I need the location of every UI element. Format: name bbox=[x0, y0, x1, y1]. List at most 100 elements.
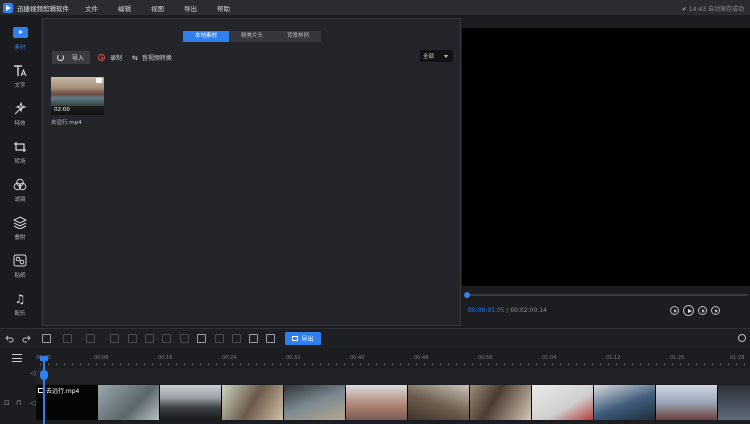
clip-duration: 02:00 bbox=[51, 106, 104, 115]
tab-background-samples[interactable]: 背景样例 bbox=[275, 31, 321, 42]
mosaic-icon[interactable] bbox=[145, 334, 154, 343]
volume-icon[interactable]: ◁ bbox=[30, 399, 35, 407]
sidebar-item-overlay[interactable]: 叠附 bbox=[0, 209, 40, 247]
timeline-menu-icon[interactable] bbox=[12, 354, 22, 362]
record-button[interactable]: 录制 bbox=[98, 53, 122, 62]
playhead-handle[interactable] bbox=[40, 356, 48, 361]
total-time: 00:02:00.14 bbox=[510, 307, 547, 314]
clip-name: 去远行.mp4 bbox=[51, 120, 82, 126]
sidebar-item-music[interactable]: ♫ 配乐 bbox=[0, 285, 40, 323]
microphone-icon[interactable] bbox=[197, 334, 206, 343]
filter-icon bbox=[12, 178, 28, 192]
track-thumbnail bbox=[470, 385, 532, 420]
current-time: 00:00:01.05 bbox=[468, 307, 505, 314]
record-label: 录制 bbox=[110, 55, 123, 62]
track-thumbnail bbox=[408, 385, 470, 420]
music-icon: ♫ bbox=[14, 291, 26, 306]
video-preview[interactable] bbox=[462, 28, 750, 286]
sidebar-item-filter[interactable]: 滤镜 bbox=[0, 171, 40, 209]
import-button[interactable]: 导入 bbox=[52, 51, 90, 64]
video-type-icon bbox=[96, 78, 102, 83]
av-convert-button[interactable]: ⇆ 音视频转换 bbox=[132, 53, 172, 63]
track-type-icon: ⊡ bbox=[4, 399, 10, 407]
video-track[interactable] bbox=[36, 385, 750, 420]
freeze-frame-icon[interactable] bbox=[162, 334, 171, 343]
sidebar-item-label: 滤镜 bbox=[14, 196, 26, 203]
media-icon bbox=[12, 26, 28, 40]
playhead-marker[interactable] bbox=[40, 370, 48, 380]
delete-icon[interactable] bbox=[42, 334, 51, 343]
sidebar-item-label: 贴纸 bbox=[14, 272, 26, 279]
filter-value: 全部 bbox=[423, 54, 435, 60]
sidebar-item-media[interactable]: 素材 bbox=[0, 19, 40, 57]
menu-edit[interactable]: 编辑 bbox=[118, 3, 131, 13]
zoom-icon[interactable] bbox=[215, 334, 224, 343]
playhead-line[interactable] bbox=[43, 358, 45, 424]
crop-icon[interactable] bbox=[110, 334, 119, 343]
redo-icon[interactable] bbox=[22, 334, 31, 343]
caret-down-icon bbox=[444, 55, 448, 58]
media-filter-select[interactable]: 全部 bbox=[420, 50, 453, 62]
import-label: 导入 bbox=[72, 55, 85, 62]
tick-label: 01:28 bbox=[730, 355, 745, 361]
record-icon bbox=[98, 54, 105, 61]
track-thumbnail bbox=[160, 385, 222, 420]
menu-file[interactable]: 文件 bbox=[85, 3, 98, 13]
sidebar-item-text[interactable]: 文字 bbox=[0, 57, 40, 95]
media-tabs: 本地素材 精美片头 背景样例 bbox=[183, 31, 321, 42]
volume-icon[interactable]: ◁ bbox=[30, 369, 35, 377]
text-icon bbox=[12, 64, 28, 78]
timeline-zoom-icon[interactable] bbox=[738, 334, 746, 342]
overlay-track[interactable] bbox=[36, 368, 750, 384]
media-toolbar: 导入 录制 ⇆ 音视频转换 bbox=[52, 51, 172, 64]
play-icon[interactable] bbox=[683, 305, 694, 316]
sidebar-item-transition[interactable]: 转场 bbox=[0, 133, 40, 171]
settings-icon[interactable] bbox=[266, 334, 275, 343]
sidebar: 素材 文字 特效 转场 滤镜 叠附 贴纸 ♫ 配乐 bbox=[0, 15, 40, 327]
sidebar-item-label: 文字 bbox=[14, 82, 26, 89]
timecode: 00:00:01.05 / 00:02:00.14 bbox=[468, 307, 547, 314]
menu-export[interactable]: 导出 bbox=[184, 3, 197, 13]
menu-view[interactable]: 视图 bbox=[151, 3, 164, 13]
seek-knob[interactable] bbox=[464, 292, 471, 298]
lock-icon[interactable]: ⊓ bbox=[16, 399, 21, 407]
track-thumbnail bbox=[222, 385, 284, 420]
sticker-icon bbox=[12, 254, 28, 268]
seek-bar[interactable] bbox=[466, 294, 748, 296]
sidebar-item-label: 配乐 bbox=[14, 310, 26, 317]
convert-icon: ⇆ bbox=[132, 53, 138, 62]
track-thumbnail bbox=[346, 385, 408, 420]
sidebar-item-label: 素材 bbox=[14, 44, 26, 51]
export-icon bbox=[292, 336, 299, 341]
next-frame-icon[interactable] bbox=[698, 306, 707, 315]
track-thumbnail bbox=[532, 385, 594, 420]
media-clip-thumbnail[interactable]: 02:00 bbox=[51, 77, 104, 115]
tab-intros[interactable]: 精美片头 bbox=[229, 31, 275, 42]
track-thumbnail bbox=[594, 385, 656, 420]
picture-in-picture-icon[interactable] bbox=[249, 334, 258, 343]
undo-icon[interactable] bbox=[5, 334, 14, 343]
tick-label: 00:40 bbox=[350, 355, 365, 361]
split-icon[interactable] bbox=[86, 334, 95, 343]
detach-audio-icon[interactable] bbox=[232, 334, 241, 343]
export-label: 导出 bbox=[301, 336, 314, 343]
timeline-ruler[interactable]: 00:00 00:08 00:16 00:24 00:32 00:40 00:4… bbox=[0, 350, 750, 366]
ruler-ticks bbox=[40, 363, 750, 366]
checkmark-icon: ✔ bbox=[681, 6, 687, 13]
tick-label: 00:08 bbox=[94, 355, 109, 361]
tick-label: 01:12 bbox=[606, 355, 621, 361]
sidebar-item-sticker[interactable]: 贴纸 bbox=[0, 247, 40, 285]
cut-icon[interactable] bbox=[63, 334, 72, 343]
sidebar-item-label: 叠附 bbox=[14, 234, 26, 241]
speed-icon[interactable] bbox=[180, 334, 189, 343]
stop-icon[interactable] bbox=[711, 306, 720, 315]
menu-help[interactable]: 帮助 bbox=[217, 3, 230, 13]
app-title: 迅捷视频剪辑软件 bbox=[17, 4, 69, 13]
track-clip-name: 去远行.mp4 bbox=[46, 388, 80, 395]
tab-local-media[interactable]: 本地素材 bbox=[183, 31, 229, 42]
previous-frame-icon[interactable] bbox=[670, 306, 679, 315]
rotate-icon[interactable] bbox=[128, 334, 137, 343]
app-logo-icon bbox=[3, 2, 13, 13]
sidebar-item-effects[interactable]: 特效 bbox=[0, 95, 40, 133]
export-button[interactable]: 导出 bbox=[285, 332, 321, 345]
